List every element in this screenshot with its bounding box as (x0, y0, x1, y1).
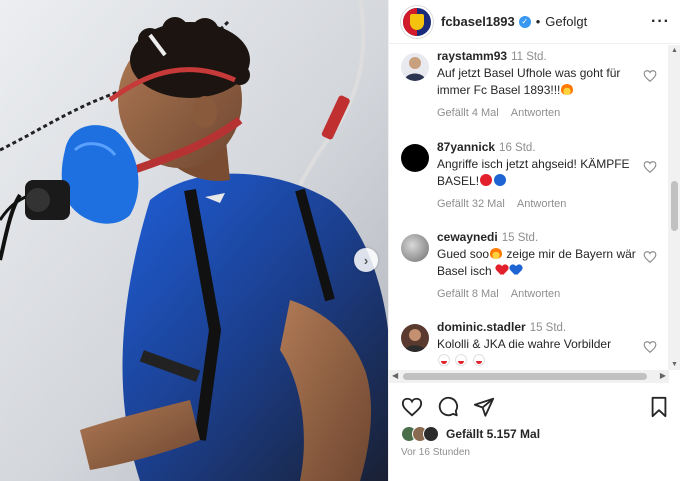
clown-emoji-icon (472, 354, 485, 366)
comment-time: 11 Std. (511, 51, 547, 63)
comment-likes[interactable]: Gefällt 4 Mal (437, 107, 499, 119)
comment-username[interactable]: 87yannick (437, 140, 495, 154)
clown-emoji-icon (455, 354, 468, 366)
scrollbar-thumb[interactable] (671, 181, 678, 231)
fire-emoji-icon (490, 247, 503, 259)
clown-emoji-icon (438, 354, 450, 366)
comment-item: dominic.stadler 15 Std. Kololli & JKA die… (401, 320, 663, 370)
likes-row: Gefällt 5.157 Mal (401, 426, 540, 442)
comment-username[interactable]: cewaynedi (437, 230, 498, 244)
heart-icon[interactable] (643, 250, 657, 264)
heart-icon[interactable] (643, 69, 657, 83)
comment-username[interactable]: raystamm93 (437, 49, 507, 63)
likes-count[interactable]: Gefällt 5.157 Mal (446, 427, 540, 441)
follow-status-button[interactable]: Gefolgt (545, 14, 587, 29)
comment-avatar[interactable] (401, 53, 429, 81)
scroll-right-icon[interactable]: ▶ (660, 371, 666, 380)
post-timestamp[interactable]: Vor 16 Stunden (401, 447, 470, 458)
account-avatar[interactable] (401, 5, 433, 38)
post-panel: fcbasel1893 ✓ • Gefolgt ··· raystamm93 11… (388, 0, 680, 481)
comment-text: Angriffe isch jetzt ahgseid! KÄMPFE BASE… (437, 157, 630, 188)
heart-icon[interactable] (643, 340, 657, 354)
comment-likes[interactable]: Gefällt 8 Mal (437, 288, 499, 300)
post-photo: › (0, 0, 388, 481)
comment-item: raystamm93 11 Std. Auf jetzt Basel Ufhole… (401, 49, 663, 119)
share-icon[interactable] (473, 396, 495, 418)
comment-text: Kololli & JKA die wahre Vorbilder (437, 336, 637, 370)
comments-list: raystamm93 11 Std. Auf jetzt Basel Ufhole… (389, 45, 669, 370)
account-name[interactable]: fcbasel1893 (441, 14, 515, 29)
separator-dot: • (535, 14, 541, 29)
comment-time: 15 Std. (501, 232, 539, 244)
scroll-up-icon[interactable]: ▲ (671, 47, 678, 54)
heart-icon[interactable] (643, 160, 657, 174)
like-heart-icon[interactable] (401, 396, 423, 418)
comment-text: Gued soo zeige mir de Bayern wär Basel i… (437, 247, 636, 278)
blue-heart-emoji-icon (510, 265, 522, 276)
photo-illustration (0, 0, 388, 481)
liker-avatar[interactable] (423, 426, 439, 442)
verified-icon: ✓ (518, 15, 531, 28)
comment-time: 16 Std. (499, 142, 536, 154)
more-icon[interactable]: ··· (651, 13, 670, 31)
scrollbar-thumb[interactable] (403, 373, 647, 380)
comment-text: Auf jetzt Basel Ufhole was goht für imme… (437, 66, 621, 97)
red-circle-emoji-icon (480, 174, 493, 186)
comment-avatar[interactable] (401, 324, 429, 352)
action-bar (401, 394, 673, 422)
next-image-button[interactable]: › (354, 248, 378, 272)
horizontal-scrollbar[interactable]: ◀ ▶ (389, 370, 669, 383)
comment-item: cewaynedi 15 Std. Gued soo zeige mir de B… (401, 230, 663, 300)
comment-username[interactable]: dominic.stadler (437, 320, 526, 334)
scroll-left-icon[interactable]: ◀ (392, 371, 398, 380)
vertical-scrollbar[interactable]: ▲ ▼ (668, 45, 680, 370)
post-header: fcbasel1893 ✓ • Gefolgt ··· (389, 0, 680, 44)
comment-avatar[interactable] (401, 144, 429, 172)
comment-item: 87yannick 16 Std. Angriffe isch jetzt ahg… (401, 140, 663, 210)
bookmark-icon[interactable] (649, 396, 669, 418)
reply-button[interactable]: Antworten (511, 288, 561, 300)
scroll-down-icon[interactable]: ▼ (671, 361, 678, 368)
comment-icon[interactable] (437, 396, 459, 418)
fire-emoji-icon (561, 83, 574, 95)
reply-button[interactable]: Antworten (511, 107, 561, 119)
red-heart-emoji-icon (496, 265, 508, 276)
blue-circle-emoji-icon (494, 174, 507, 186)
comment-time: 15 Std. (529, 322, 567, 334)
reply-button[interactable]: Antworten (517, 198, 567, 210)
comment-avatar[interactable] (401, 234, 429, 262)
comment-likes[interactable]: Gefällt 32 Mal (437, 198, 505, 210)
